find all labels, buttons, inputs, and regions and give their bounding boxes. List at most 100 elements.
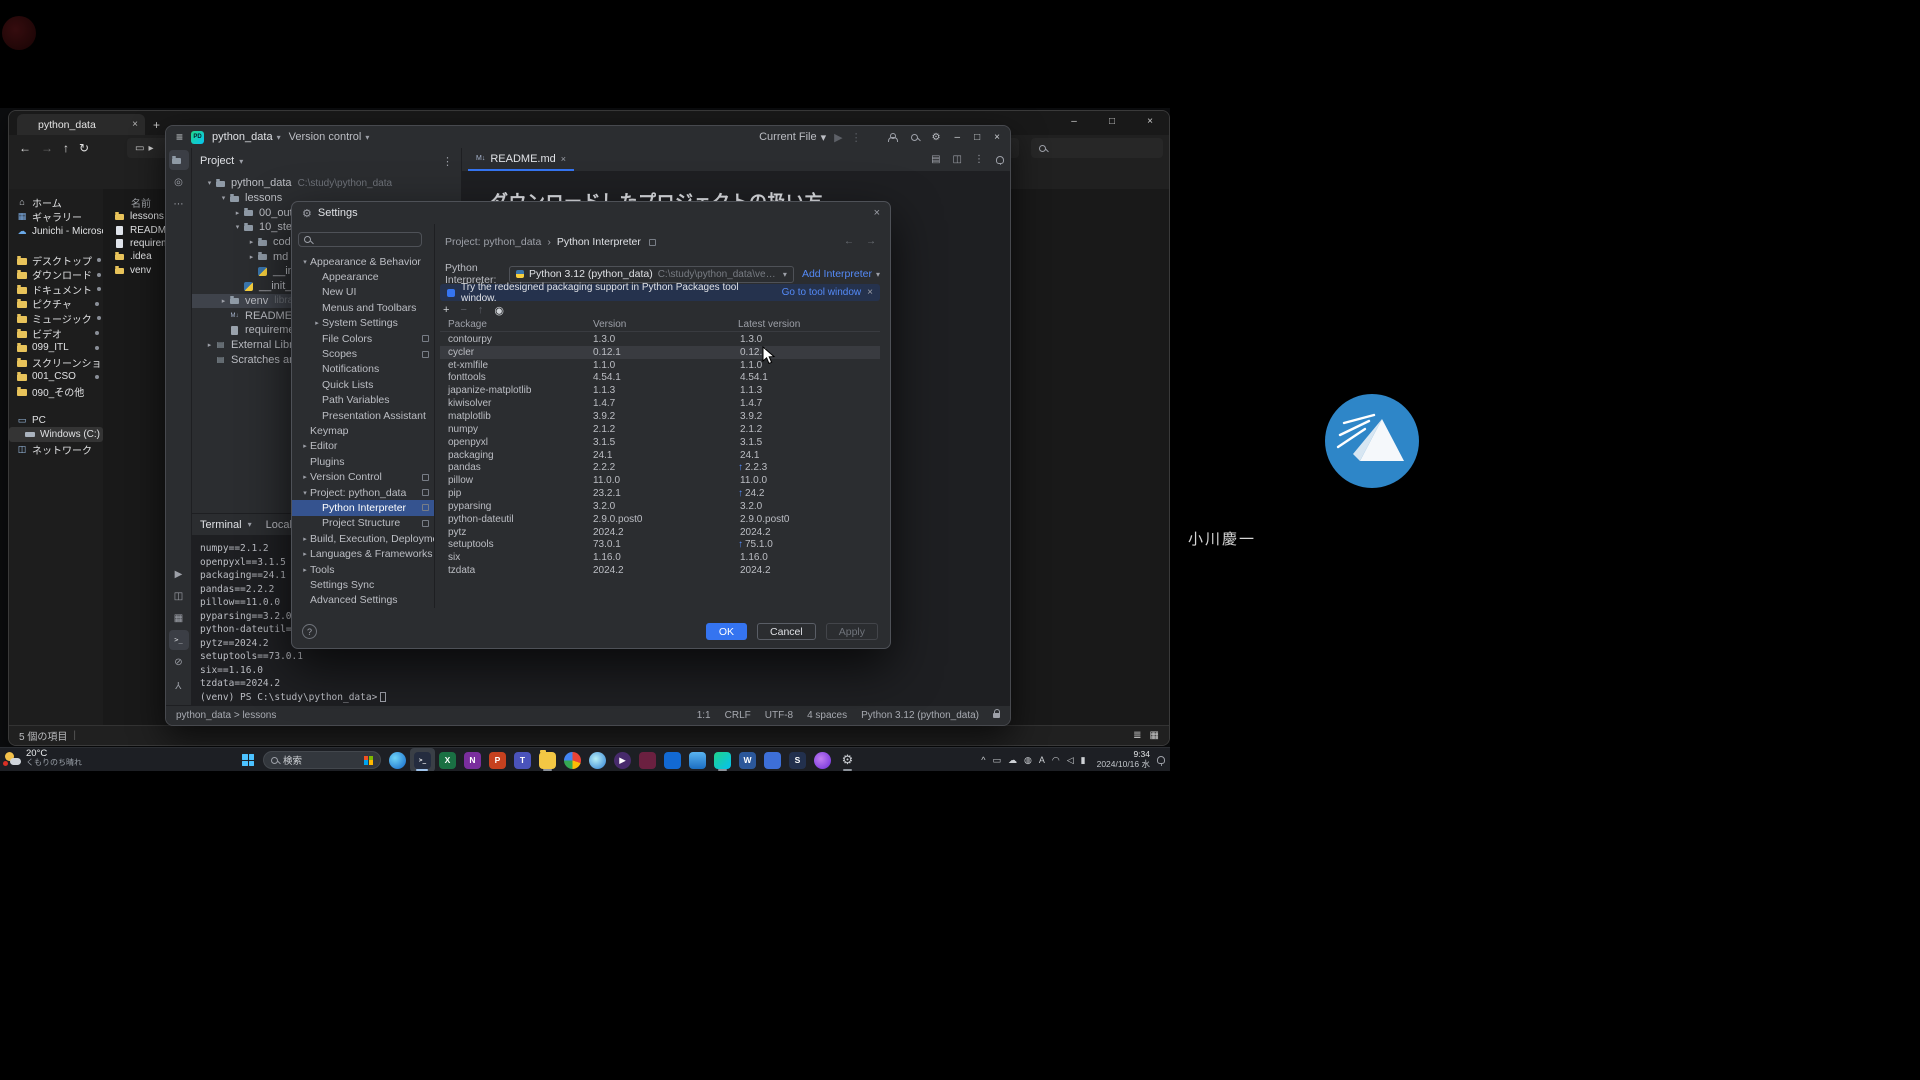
settings-tree-item[interactable]: ▾ Appearance & Behavior xyxy=(292,254,434,269)
taskbar-app[interactable]: S xyxy=(785,748,810,771)
vcs-widget[interactable]: Version control ▾ xyxy=(289,131,370,143)
package-row[interactable]: matplotlib 3.9.2 3.9.2 xyxy=(440,410,880,423)
refresh-icon[interactable]: ↻ xyxy=(79,141,89,155)
status-widget[interactable]: Python 3.12 (python_data) xyxy=(861,710,979,721)
split-icon[interactable]: ◫ xyxy=(953,154,962,165)
settings-tree-item[interactable]: ▸ Version Control xyxy=(292,469,434,484)
apply-button[interactable]: Apply xyxy=(826,623,878,640)
taskbar-app[interactable] xyxy=(710,748,735,771)
project-widget[interactable]: python_data ▾ xyxy=(212,131,281,143)
settings-tree-item[interactable]: Presentation Assistant xyxy=(292,408,434,423)
taskbar-app[interactable] xyxy=(660,748,685,771)
taskbar-app[interactable]: N xyxy=(460,748,485,771)
taskbar-app[interactable]: X xyxy=(435,748,460,771)
upgrade-package-icon[interactable]: ↑ xyxy=(478,304,484,317)
settings-tree-item[interactable]: New UI xyxy=(292,285,434,300)
project-panel-header[interactable]: Project ▾ ⋮ xyxy=(192,148,461,174)
terminal-tool-icon[interactable]: >_ xyxy=(169,630,189,650)
run-icon[interactable]: ▶ xyxy=(834,131,842,144)
package-row[interactable]: kiwisolver 1.4.7 1.4.7 xyxy=(440,397,880,410)
grid-view-icon[interactable]: ▦ xyxy=(1150,730,1159,741)
show-early-releases-icon[interactable]: ◉ xyxy=(494,304,504,317)
column-package[interactable]: Package xyxy=(448,319,593,331)
sidebar-item[interactable]: ドキュメント xyxy=(9,282,103,297)
taskbar-app[interactable]: T xyxy=(510,748,535,771)
settings-tree-item[interactable]: ▸ Languages & Frameworks xyxy=(292,546,434,561)
run-tool-icon[interactable]: ▶ xyxy=(169,564,189,584)
project-tool-icon[interactable] xyxy=(169,150,189,170)
settings-tree-item[interactable]: Project Structure xyxy=(292,516,434,531)
settings-tree-item[interactable]: Notifications xyxy=(292,362,434,377)
uninstall-package-icon[interactable]: − xyxy=(460,304,466,317)
package-row[interactable]: pip 23.2.1 ↑24.2 xyxy=(440,487,880,500)
list-view-icon[interactable]: ≣ xyxy=(1133,730,1141,741)
taskbar-app[interactable] xyxy=(635,748,660,771)
sidebar-item[interactable]: 001_CSO xyxy=(9,370,103,385)
minimize-button[interactable]: – xyxy=(1055,111,1093,135)
services-tool-icon[interactable]: ◫ xyxy=(169,586,189,606)
package-row[interactable]: python-dateutil 2.9.0.post0 2.9.0.post0 xyxy=(440,513,880,526)
sidebar-item[interactable]: 090_その他 xyxy=(9,384,103,399)
package-row[interactable]: fonttools 4.54.1 4.54.1 xyxy=(440,372,880,385)
package-row[interactable]: contourpy 1.3.0 1.3.0 xyxy=(440,333,880,346)
taskbar-app[interactable] xyxy=(535,748,560,771)
settings-tree-item[interactable]: ▾ Project: python_data xyxy=(292,485,434,500)
package-row[interactable]: openpyxl 3.1.5 3.1.5 xyxy=(440,436,880,449)
search-everywhere-icon[interactable] xyxy=(911,134,918,141)
git-tool-icon[interactable]: Y xyxy=(169,674,189,694)
settings-tree-item[interactable]: Appearance xyxy=(292,269,434,284)
settings-tree-item[interactable]: ▸ System Settings xyxy=(292,316,434,331)
settings-tree-item[interactable]: ▸ Editor xyxy=(292,439,434,454)
panel-options-icon[interactable]: ⋮ xyxy=(442,155,453,168)
package-row[interactable]: tzdata 2024.2 2024.2 xyxy=(440,564,880,577)
status-widget[interactable]: 4 spaces xyxy=(807,710,847,721)
lock-icon[interactable] xyxy=(993,713,1000,718)
taskbar-app[interactable]: >_ xyxy=(410,748,435,771)
settings-tree-item[interactable]: Advanced Settings xyxy=(292,593,434,608)
code-with-me-icon[interactable] xyxy=(888,133,897,142)
explorer-tab[interactable]: python_data × xyxy=(17,114,145,135)
interpreter-dropdown[interactable]: Python 3.12 (python_data) C:\study\pytho… xyxy=(509,266,794,283)
clock-widget[interactable]: 9:34 2024/10/16 水 xyxy=(1097,750,1150,770)
go-to-tool-window-link[interactable]: Go to tool window xyxy=(782,287,862,298)
sidebar-item[interactable]: Junichi - Microsoft xyxy=(9,224,103,239)
taskbar-app[interactable] xyxy=(585,748,610,771)
package-row[interactable]: packaging 24.1 24.1 xyxy=(440,449,880,462)
weather-widget[interactable]: 20°C くもりのち晴れ xyxy=(5,749,82,767)
tray-icon[interactable]: ▮ xyxy=(1081,755,1086,766)
forward-icon[interactable]: → xyxy=(41,141,53,155)
package-row[interactable]: japanize-matplotlib 1.1.3 1.1.3 xyxy=(440,384,880,397)
minimize-button[interactable]: – xyxy=(955,132,961,143)
sidebar-item[interactable]: ビデオ xyxy=(9,326,103,341)
settings-tree-item[interactable]: Scopes xyxy=(292,346,434,361)
project-tree-item[interactable]: ▾ python_data C:\study\python_data xyxy=(192,176,461,191)
package-row[interactable]: six 1.16.0 1.16.0 xyxy=(440,551,880,564)
sidebar-item[interactable]: Windows (C:) xyxy=(9,427,103,442)
sidebar-item[interactable]: ダウンロード xyxy=(9,267,103,282)
settings-tree-item[interactable]: Settings Sync xyxy=(292,577,434,592)
notifications-icon[interactable] xyxy=(996,156,1004,164)
settings-tree-item[interactable]: Plugins xyxy=(292,454,434,469)
status-path[interactable]: python_data > lessons xyxy=(176,710,276,721)
new-tab-button[interactable]: + xyxy=(153,115,160,135)
ok-button[interactable]: OK xyxy=(706,623,747,640)
tray-icon[interactable]: ◠ xyxy=(1052,755,1060,766)
package-row[interactable]: pyparsing 3.2.0 3.2.0 xyxy=(440,500,880,513)
package-row[interactable]: pytz 2024.2 2024.2 xyxy=(440,526,880,539)
tray-icon[interactable]: ▭ xyxy=(992,755,1001,766)
taskbar-app[interactable]: P xyxy=(485,748,510,771)
banner-close-icon[interactable]: × xyxy=(867,287,873,298)
package-row[interactable]: cycler 0.12.1 0.12.1 xyxy=(440,346,880,359)
tray-icon[interactable]: ☁ xyxy=(1008,755,1017,766)
package-row[interactable]: pillow 11.0.0 11.0.0 xyxy=(440,474,880,487)
commit-tool-icon[interactable]: ◎ xyxy=(169,172,189,192)
close-button[interactable]: × xyxy=(994,132,1000,143)
back-icon[interactable]: ← xyxy=(19,141,31,155)
dialog-close-icon[interactable]: × xyxy=(874,207,880,219)
sidebar-item[interactable]: ミュージック xyxy=(9,311,103,326)
close-button[interactable]: × xyxy=(1131,111,1169,135)
status-widget[interactable]: CRLF xyxy=(725,710,751,721)
layout-icon[interactable]: ▤ xyxy=(931,154,940,165)
settings-tree-item[interactable]: Keymap xyxy=(292,423,434,438)
main-menu-icon[interactable]: ≡ xyxy=(176,130,183,144)
